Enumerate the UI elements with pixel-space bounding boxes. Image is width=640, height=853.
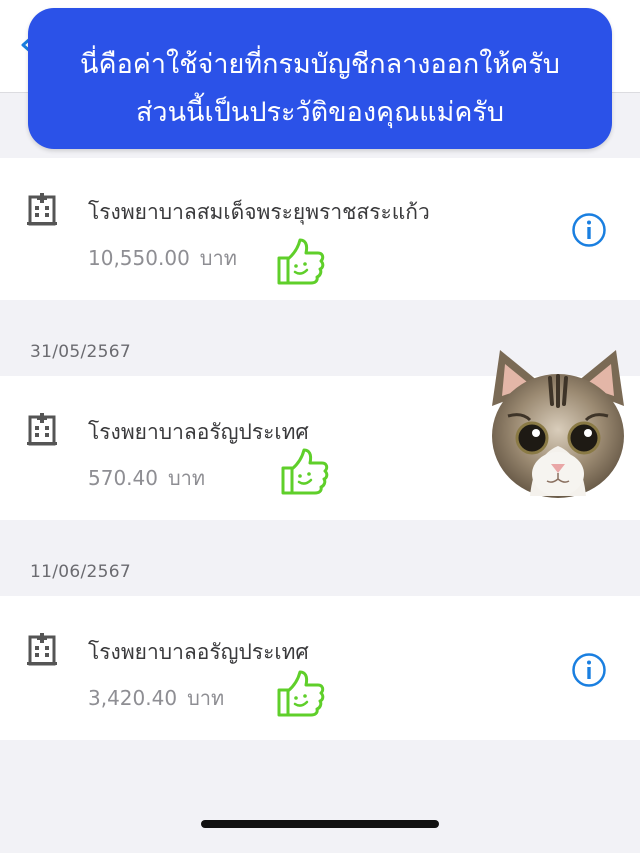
caption-line-1: นี่คือค่าใช้จ่ายที่กรมบัญชีกลางออกให้ครั…	[80, 49, 560, 80]
hospital-name: โรงพยาบาลสมเด็จพระยุพราชสระแก้ว	[88, 200, 430, 224]
date-label: 31/05/2567	[30, 342, 131, 362]
caption-line-2: ส่วนนี้เป็นประวัติของคุณแม่ครับ	[135, 97, 505, 128]
thumbs-up-smile-sticker	[277, 670, 325, 717]
amount-text: 3,420.40 บาท	[88, 686, 225, 710]
info-circle-icon[interactable]	[571, 212, 607, 248]
hospital-name: โรงพยาบาลอรัญประเทศ	[88, 420, 309, 444]
thumbs-up-smile-sticker	[281, 448, 329, 495]
hospital-building-icon	[27, 413, 57, 446]
record-row[interactable]: โรงพยาบาลอรัญประเทศ 3,420.40 บาท	[0, 596, 640, 740]
caption-banner: นี่คือค่าใช้จ่ายที่กรมบัญชีกลางออกให้ครั…	[28, 8, 612, 149]
hospital-building-icon	[27, 633, 57, 666]
thumbs-up-smile-sticker	[277, 238, 325, 285]
hospital-building-icon	[27, 193, 57, 226]
amount-text: 570.40 บาท	[88, 466, 206, 490]
date-label: 11/06/2567	[30, 562, 131, 582]
info-circle-icon[interactable]	[571, 652, 607, 688]
amount-text: 10,550.00 บาท	[88, 246, 237, 270]
cat-face-sticker	[492, 350, 624, 498]
home-indicator[interactable]	[201, 820, 439, 828]
hospital-name: โรงพยาบาลอรัญประเทศ	[88, 640, 309, 664]
record-row[interactable]: โรงพยาบาลสมเด็จพระยุพราชสระแก้ว 10,550.0…	[0, 158, 640, 300]
